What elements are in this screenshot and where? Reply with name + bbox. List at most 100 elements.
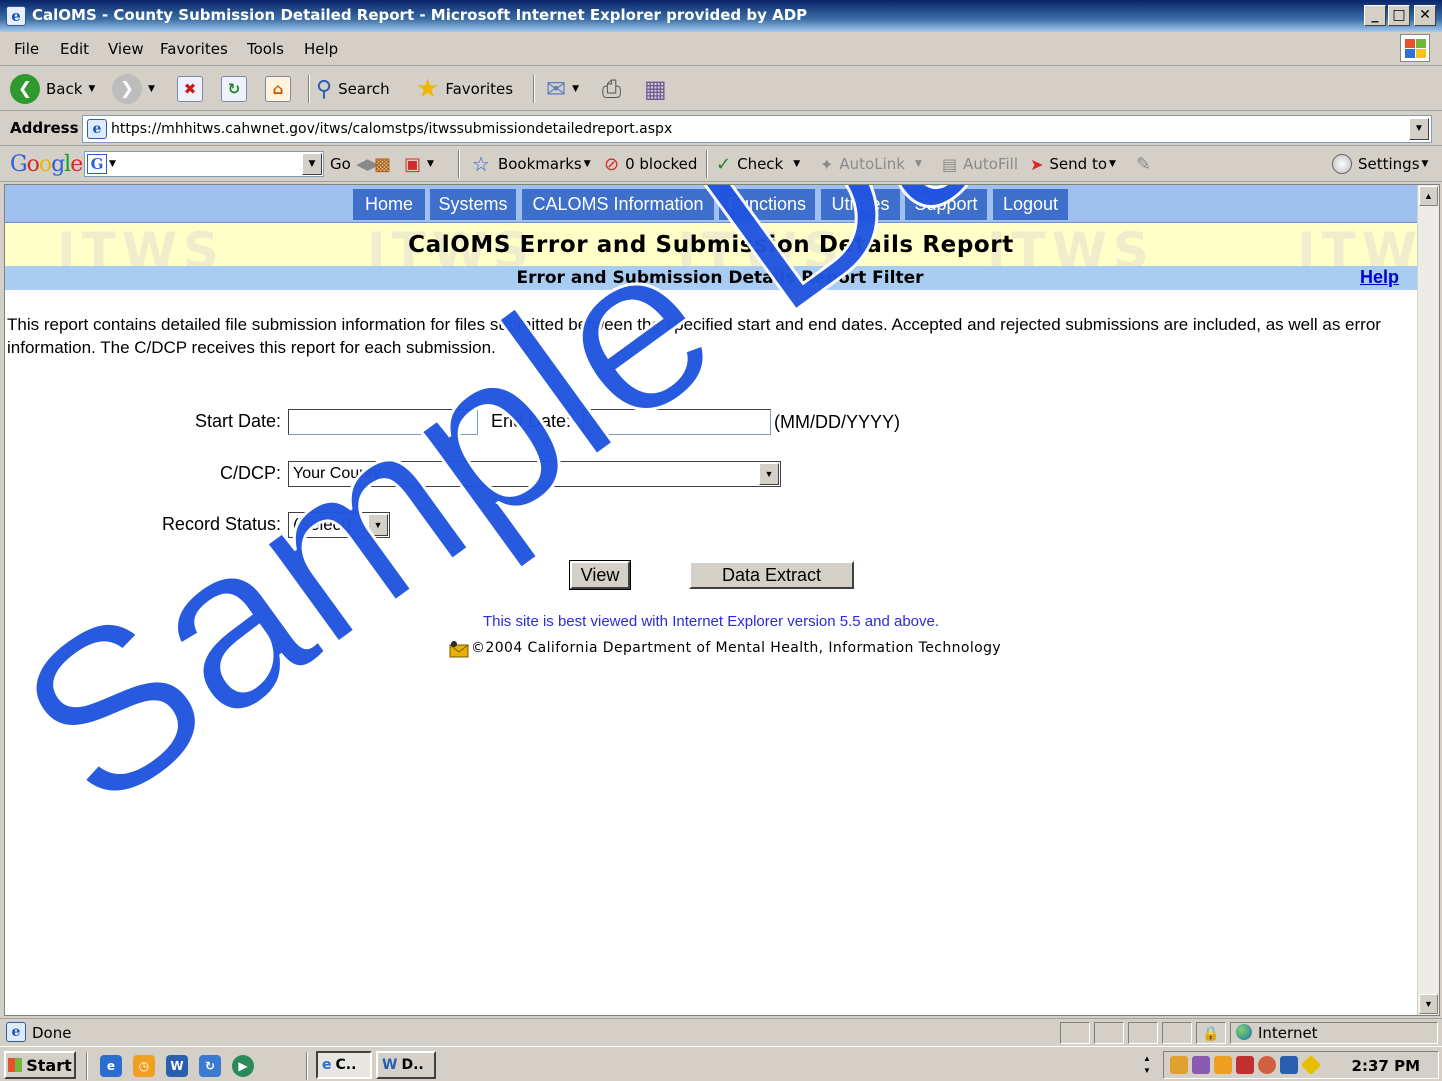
stop-button[interactable]: ✖: [177, 74, 203, 104]
nav-caloms-information[interactable]: CALOMS Information: [522, 189, 714, 220]
print-button[interactable]: ⎙: [602, 74, 621, 104]
address-bar: Address e https://mhhitws.cahwnet.gov/it…: [0, 112, 1442, 146]
send-to-dropdown-icon: ▼: [1109, 159, 1116, 169]
window-title-bar[interactable]: e CalOMS - County Submission Detailed Re…: [0, 0, 1442, 32]
start-date-input[interactable]: [288, 409, 478, 435]
home-button[interactable]: ⌂: [265, 74, 291, 104]
favorites-star-icon: ★: [416, 74, 440, 104]
research-button[interactable]: ▦: [644, 74, 667, 104]
record-status-dropdown-icon[interactable]: ▼: [368, 514, 388, 536]
minimize-button[interactable]: _: [1364, 5, 1386, 26]
record-status-select[interactable]: (Select) ▼: [288, 512, 390, 538]
pagerank-icon[interactable]: ▩: [374, 152, 391, 176]
nav-systems[interactable]: Systems: [430, 189, 516, 220]
task-ie-icon: e: [322, 1057, 332, 1073]
google-search-input[interactable]: G ▼ ▼: [84, 151, 324, 177]
nav-functions[interactable]: Functions: [719, 189, 815, 220]
task-ie-window[interactable]: e C..: [316, 1051, 372, 1079]
back-dropdown-icon[interactable]: ▼: [88, 84, 95, 94]
highlight-pen-icon[interactable]: ✎: [1136, 152, 1151, 176]
menu-favorites[interactable]: Favorites: [160, 40, 228, 58]
taskbar-clock[interactable]: 2:37 PM: [1352, 1057, 1420, 1075]
cdcp-dropdown-icon[interactable]: ▼: [759, 463, 779, 485]
menu-help[interactable]: Help: [304, 40, 338, 58]
bookmarks-button[interactable]: ☆ Bookmarks ▼: [472, 152, 591, 176]
task-word-window[interactable]: W D..: [376, 1051, 436, 1079]
scroll-up-icon[interactable]: ▲: [1419, 186, 1438, 206]
date-format-hint: (MM/DD/YYYY): [774, 412, 900, 432]
settings-icon: [1332, 154, 1352, 174]
contact-mail-icon[interactable]: [449, 640, 469, 658]
forward-arrow-icon: ❯: [112, 74, 142, 104]
search-icon: ⚲: [316, 76, 333, 102]
scroll-down-icon[interactable]: ▼: [1419, 994, 1438, 1014]
autofill-button[interactable]: ▤ AutoFill: [942, 152, 1018, 176]
tray-java-icon[interactable]: [1170, 1056, 1188, 1074]
tray-security-icon[interactable]: [1192, 1056, 1210, 1074]
send-to-button[interactable]: ➤ Send to ▼: [1030, 152, 1116, 176]
bookmarks-label: Bookmarks: [497, 155, 582, 173]
quicklaunch-app-icon[interactable]: ↻: [199, 1055, 221, 1077]
tray-clock-icon[interactable]: [1214, 1056, 1232, 1074]
maximize-button[interactable]: □: [1388, 5, 1410, 26]
status-text: Done: [32, 1024, 72, 1042]
start-button[interactable]: Start: [4, 1051, 76, 1079]
address-input[interactable]: e https://mhhitws.cahwnet.gov/itws/calom…: [82, 115, 1432, 143]
popup-blocker-button[interactable]: ⊘ 0 blocked: [604, 152, 697, 176]
nav-logout[interactable]: Logout: [993, 189, 1068, 220]
search-button[interactable]: ⚲ Search: [316, 74, 390, 104]
forward-dropdown-icon[interactable]: ▼: [148, 84, 155, 94]
tray-alert-icon[interactable]: [1300, 1054, 1322, 1076]
nav-support[interactable]: Support: [905, 189, 987, 220]
vertical-scrollbar[interactable]: ▲ ▼: [1417, 185, 1439, 1015]
google-g-icon: G: [87, 154, 107, 174]
menu-file[interactable]: File: [14, 40, 39, 58]
address-url[interactable]: https://mhhitws.cahwnet.gov/itws/calomst…: [111, 121, 672, 137]
autofill-icon: ▤: [942, 154, 958, 174]
end-date-input[interactable]: [583, 409, 771, 435]
report-description: This report contains detailed file submi…: [7, 315, 1381, 357]
menu-tools[interactable]: Tools: [247, 40, 284, 58]
settings-dropdown-icon: ▼: [1421, 159, 1429, 169]
google-g-dropdown-icon[interactable]: ▼: [109, 159, 116, 169]
cdcp-label: C/DCP:: [219, 463, 281, 483]
back-button[interactable]: ❮ Back ▼: [10, 74, 95, 104]
google-search-dropdown-icon[interactable]: ▼: [302, 153, 322, 175]
report-title-band: ITWS ITWS ITWS ITWS ITWS CalOMS Error an…: [5, 224, 1417, 266]
address-dropdown-icon[interactable]: ▼: [1409, 118, 1429, 140]
data-extract-button[interactable]: Data Extract: [689, 561, 854, 589]
google-news-icon[interactable]: ▣ ▼: [404, 152, 434, 176]
google-go-button[interactable]: Go: [330, 152, 351, 176]
quicklaunch-clock-icon[interactable]: ◷: [133, 1055, 155, 1077]
standard-toolbar: ❮ Back ▼ ❯ ▼ ✖ ↻ ⌂ ⚲ Search ★ Favorites …: [0, 67, 1442, 111]
quicklaunch-media-icon[interactable]: ▶: [232, 1055, 254, 1077]
nav-utilities[interactable]: Utilities: [821, 189, 900, 220]
menu-bar: File Edit View Favorites Tools Help: [0, 32, 1442, 66]
taskbar-scroll-icon[interactable]: ▲ ▼: [1138, 1053, 1156, 1077]
quicklaunch-ie-icon[interactable]: e: [100, 1055, 122, 1077]
settings-button[interactable]: Settings ▼: [1332, 152, 1428, 176]
refresh-button[interactable]: ↻: [221, 74, 247, 104]
mail-dropdown-icon[interactable]: ▼: [572, 84, 579, 94]
record-status-label: Record Status:: [161, 514, 281, 534]
menu-edit[interactable]: Edit: [60, 40, 89, 58]
toolbar-separator: [308, 75, 310, 103]
cdcp-select[interactable]: Your County ▼: [288, 461, 781, 487]
tray-pen-icon[interactable]: [1236, 1056, 1254, 1074]
status-cell: [1094, 1022, 1124, 1044]
autolink-button[interactable]: ✦ AutoLink ▼: [820, 152, 922, 176]
tray-monitor-icon[interactable]: [1280, 1056, 1298, 1074]
close-button[interactable]: ✕: [1414, 5, 1436, 26]
mail-button[interactable]: ✉ ▼: [546, 74, 579, 104]
view-button[interactable]: View: [569, 560, 631, 590]
help-link[interactable]: Help: [1360, 267, 1399, 288]
nav-home[interactable]: Home: [353, 189, 425, 220]
quicklaunch-word-icon[interactable]: W: [166, 1055, 188, 1077]
forward-button[interactable]: ❯ ▼: [112, 74, 155, 104]
autofill-label: AutoFill: [963, 155, 1018, 173]
tray-network-icon[interactable]: [1258, 1056, 1276, 1074]
favorites-button[interactable]: ★ Favorites: [416, 74, 513, 104]
menu-view[interactable]: View: [108, 40, 144, 58]
lock-icon[interactable]: 🔒: [1196, 1022, 1226, 1044]
spell-check-button[interactable]: ✓ Check ▼: [716, 152, 800, 176]
